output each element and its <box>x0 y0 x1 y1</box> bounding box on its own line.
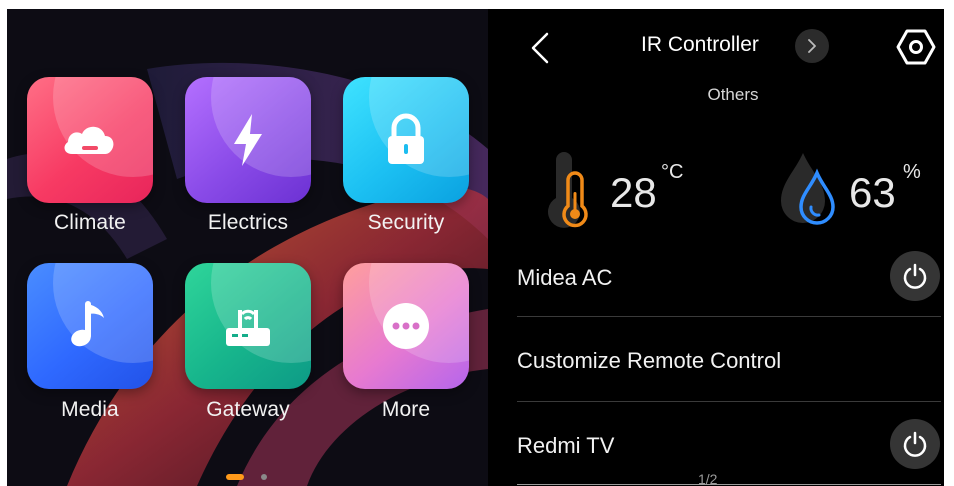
device-row-midea-ac[interactable]: Midea AC <box>517 251 941 311</box>
media-label: Media <box>61 398 119 421</box>
page-indicator: 1/2 <box>698 471 718 486</box>
lightning-icon <box>234 114 262 166</box>
climate-tile[interactable] <box>27 77 153 203</box>
page-dot-inactive <box>261 474 267 480</box>
humidity-unit: % <box>903 161 921 183</box>
gateway-tile[interactable] <box>185 263 311 389</box>
more-dots-icon <box>383 303 429 349</box>
device-name: Midea AC <box>517 265 613 290</box>
back-arrow-icon[interactable] <box>529 31 551 65</box>
router-icon <box>226 309 270 346</box>
media-tile[interactable] <box>27 263 153 389</box>
thermometer-icon <box>548 152 588 228</box>
device-row-redmi-tv[interactable]: Redmi TV <box>517 419 941 479</box>
row-divider <box>517 316 941 317</box>
row-divider <box>517 401 941 402</box>
power-button[interactable] <box>890 251 940 301</box>
humidity-drop-icon <box>781 153 835 225</box>
power-icon <box>903 431 927 457</box>
device-screen: Climate Electrics Security Media Gateway… <box>7 9 944 486</box>
settings-hex-icon[interactable] <box>896 28 936 66</box>
device-name: Redmi TV <box>517 433 615 458</box>
launcher-panel: Climate Electrics Security Media Gateway… <box>7 9 488 486</box>
device-name: Customize Remote Control <box>517 348 782 373</box>
music-note-icon <box>71 301 104 347</box>
chevron-right-icon <box>808 39 816 53</box>
more-label: More <box>381 398 431 421</box>
temperature-value: 28 <box>610 169 657 216</box>
power-icon <box>903 263 927 289</box>
security-tile[interactable] <box>343 77 469 203</box>
power-button[interactable] <box>890 419 940 469</box>
more-tile[interactable] <box>343 263 469 389</box>
room-subtitle: Others <box>707 85 759 104</box>
electrics-tile[interactable] <box>185 77 311 203</box>
security-label: Security <box>367 211 445 234</box>
climate-label: Climate <box>54 211 126 234</box>
lock-icon <box>388 113 424 164</box>
device-row-customize-remote[interactable]: Customize Remote Control <box>517 334 941 394</box>
ir-controller-panel: IR Controller Others 28 °C 63 % Midea AC… <box>488 9 944 486</box>
humidity-value: 63 <box>849 169 896 216</box>
page-title: IR Controller <box>641 33 759 56</box>
gateway-label: Gateway <box>206 398 290 421</box>
cloud-icon <box>64 126 114 154</box>
row-divider <box>517 484 941 485</box>
temperature-unit: °C <box>661 161 684 183</box>
electrics-label: Electrics <box>207 211 289 234</box>
title-chevron-button[interactable] <box>795 29 829 63</box>
page-dot-active <box>226 474 244 480</box>
